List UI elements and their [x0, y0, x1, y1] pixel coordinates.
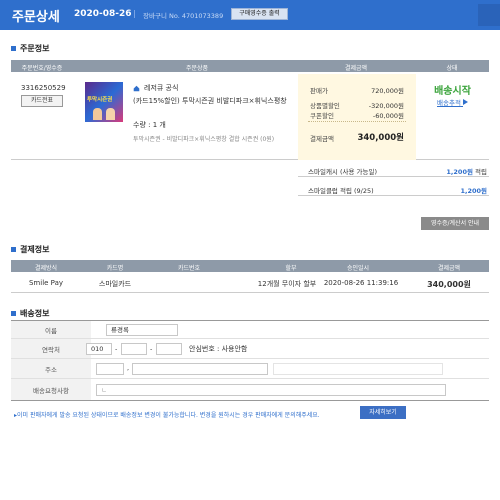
request-label-text: 배송요청사항 — [33, 386, 69, 395]
col-installment: 할부 — [285, 265, 297, 272]
col-card-number: 카드번호 — [177, 265, 201, 272]
bullet-icon — [11, 46, 16, 51]
request-row: 배송요청사항 ㄴ — [11, 379, 489, 401]
smile-cash-value: 1,200원 — [446, 168, 473, 176]
product-discount-value: -320,000원 — [368, 102, 404, 110]
smile-club-label: 스마일클럽 적립 (9/25) — [308, 187, 374, 195]
order-info-title: 주문정보 — [11, 43, 49, 54]
payment-info-title: 결제정보 — [11, 244, 49, 255]
pay-method: Smile Pay — [28, 279, 64, 287]
request-label: 배송요청사항 — [11, 379, 91, 400]
home-icon — [133, 85, 140, 91]
order-info-title-text: 주문정보 — [20, 44, 50, 53]
phone-dash: - — [115, 345, 118, 353]
status-cell: 배송시작 배송추적 — [416, 74, 489, 160]
col-card-name: 카드명 — [106, 265, 124, 272]
smile-cash-suffix: 적립 — [475, 168, 487, 176]
address-separator: , — [127, 364, 130, 372]
phone-prefix-select[interactable]: 010 — [86, 343, 112, 355]
shipping-info-title-text: 배송정보 — [20, 309, 50, 318]
card-name: 스마일카드 — [98, 280, 132, 288]
page-title: 주문상세 — [12, 10, 60, 25]
divider — [308, 121, 406, 122]
name-field[interactable]: 류경록 — [106, 324, 178, 336]
smile-cash-value-group: 1,200원 적립 — [446, 166, 487, 176]
col-product: 주문상품 — [185, 65, 209, 72]
smile-club-row: 스마일클럽 적립 (9/25) 1,200원 — [298, 181, 489, 196]
installment: 12개월 무이자 할부 — [257, 280, 317, 288]
smile-club-value-group: 1,200원 — [460, 185, 487, 195]
detail-button[interactable]: 자세히보기 — [360, 406, 406, 419]
address-label-text: 주소 — [45, 365, 57, 374]
coupon-discount-value: -60,000원 — [372, 112, 404, 120]
close-button[interactable] — [478, 4, 500, 26]
address-label: 주소 — [11, 359, 91, 378]
smile-club-value: 1,200원 — [460, 187, 487, 195]
cart-number: 장바구니 No. 4701073389 — [143, 12, 224, 20]
approval-time: 2020-08-26 11:39:16 — [323, 279, 399, 287]
header-separator: | — [133, 9, 136, 18]
payment-summary-box: 판매가 720,000원 상품별할인 -320,000원 쿠폰할인 -60,00… — [298, 74, 416, 160]
product-quantity: 수량 : 1 개 — [133, 121, 166, 129]
smile-cash-label: 스마일캐시 (사용 가능일) — [308, 168, 378, 176]
coupon-discount-label: 쿠폰할인 — [310, 112, 334, 120]
col-order-no: 주문번호/영수증 — [21, 65, 63, 72]
product-option: 투막시즌권 - 비발디파크×휘닉스평창 결합 시즌권 (0원) — [133, 136, 275, 143]
col-method: 결제방식 — [34, 265, 58, 272]
header-bar: 주문상세 2020-08-26 | 장바구니 No. 4701073389 구매… — [0, 0, 500, 30]
name-row: 이름 류경록 — [11, 320, 489, 339]
product-discount-label: 상품별할인 — [310, 102, 340, 110]
bullet-icon — [11, 247, 16, 252]
total-amount: 340,000원 — [357, 133, 404, 143]
phone-dash: - — [150, 345, 153, 353]
shipping-info-title: 배송정보 — [11, 308, 49, 319]
price-label: 판매가 — [310, 87, 328, 95]
address-field[interactable] — [132, 363, 268, 375]
print-receipt-button[interactable]: 구매영수증 출력 — [231, 8, 288, 20]
col-pay-amount: 결제금액 — [437, 265, 461, 272]
order-row: 3316250529 카드전표 투막시즌권 레저큐 공식 (카드15%할인) 투… — [11, 74, 489, 160]
payment-info-title-text: 결제정보 — [20, 245, 50, 254]
col-amount: 결제금액 — [344, 65, 368, 72]
col-status: 상태 — [446, 65, 458, 72]
phone-label-text: 연락처 — [42, 345, 60, 354]
track-shipment-label: 배송추적 — [437, 99, 461, 107]
seller-link[interactable]: 레저큐 공식 — [133, 83, 178, 93]
total-label: 결제금액 — [310, 135, 334, 143]
seller-name: 레저큐 공식 — [144, 84, 179, 92]
request-field[interactable]: ㄴ — [96, 384, 446, 396]
product-name-link[interactable]: (카드15%할인) 투막시즌권 비발디파크×휘닉스평창 — [133, 96, 303, 107]
bullet-icon — [11, 311, 16, 316]
card-receipt-button[interactable]: 카드전표 — [21, 95, 63, 107]
payment-table-header: 결제방식 카드명 카드번호 할부 승인일시 결제금액 — [11, 260, 489, 272]
pay-amount: 340,000원 — [427, 280, 471, 289]
track-shipment-link[interactable]: 배송추적 — [416, 97, 489, 107]
receipt-guide-button[interactable]: 영수증/계산서 안내 — [421, 217, 489, 230]
product-thumbnail[interactable]: 투막시즌권 — [85, 82, 123, 122]
name-label-text: 이름 — [45, 326, 57, 335]
smile-cash-row: 스마일캐시 (사용 가능일) 1,200원 적립 — [298, 162, 489, 177]
shipping-status: 배송시작 — [434, 86, 471, 97]
thumbnail-text: 투막시즌권 — [87, 97, 113, 103]
order-number: 3316250529 — [21, 84, 66, 92]
order-table-header: 주문번호/영수증 주문상품 결제금액 상태 — [11, 60, 489, 72]
shipping-notice: ▸이미 판매자에게 발송 요청된 상태이므로 배송정보 변경이 불가능합니다. … — [14, 412, 320, 419]
phone-middle-field[interactable] — [121, 343, 147, 355]
phone-row: 연락처 010 - - 안심번호 : 사용안함 — [11, 339, 489, 359]
phone-label: 연락처 — [11, 339, 91, 358]
col-approval-time: 승인일시 — [346, 265, 370, 272]
address-row: 주소 , — [11, 359, 489, 379]
payment-row: Smile Pay 스마일카드 12개월 무이자 할부 2020-08-26 1… — [11, 274, 489, 293]
price-value: 720,000원 — [371, 87, 404, 95]
phone-last-field[interactable] — [156, 343, 182, 355]
thumbnail-figure — [106, 108, 115, 120]
address-detail-field[interactable] — [273, 363, 443, 375]
safe-number-text: 안심번호 : 사용안함 — [189, 345, 248, 353]
zipcode-field[interactable] — [96, 363, 124, 375]
thumbnail-figure — [93, 108, 102, 120]
order-date: 2020-08-26 — [74, 9, 132, 19]
arrow-right-icon — [463, 99, 468, 105]
name-label: 이름 — [11, 321, 91, 338]
